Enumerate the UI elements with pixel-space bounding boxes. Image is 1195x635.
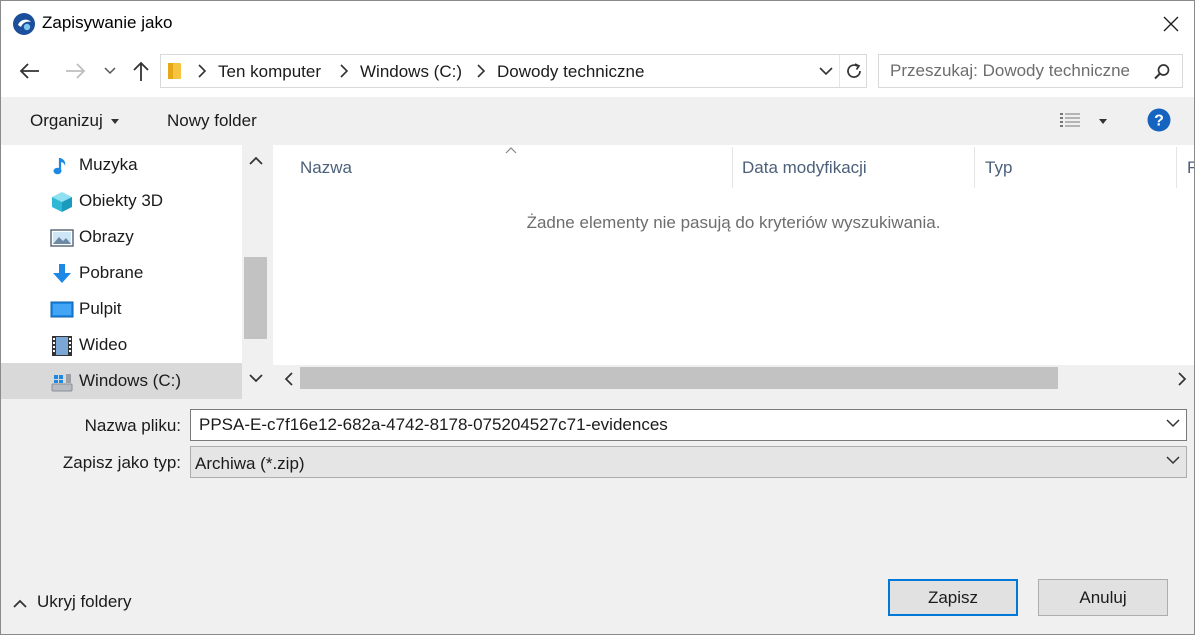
back-button[interactable] (15, 54, 45, 88)
sort-ascending-icon (505, 147, 517, 154)
nav-item-label: Obrazy (79, 227, 134, 246)
column-header-date-modified[interactable]: Data modyfikacji (742, 147, 867, 188)
chevron-right-icon (1177, 372, 1186, 386)
address-history-dropdown[interactable] (813, 55, 839, 87)
arrow-up-icon (133, 61, 149, 81)
organize-label: Organizuj (30, 111, 103, 130)
breadcrumb-windows-c[interactable]: Windows (C:) (360, 62, 462, 82)
column-header-name[interactable]: Nazwa (300, 147, 352, 188)
nav-item-label: Pobrane (79, 263, 144, 282)
filetype-label: Zapisz jako typ: (62, 453, 181, 472)
caret-down-icon (110, 118, 119, 124)
nav-item-label: Windows (C:) (79, 371, 182, 390)
new-folder-button[interactable]: Nowy folder (156, 105, 268, 137)
nav-pane-scrollbar[interactable] (242, 145, 270, 393)
change-view-button[interactable] (1053, 105, 1113, 137)
nav-item-windows-c[interactable]: Windows (C:) (1, 363, 242, 399)
column-header-type[interactable]: Typ (985, 147, 1012, 188)
downloads-icon (53, 264, 71, 283)
3d-objects-icon (52, 192, 72, 212)
filename-input[interactable] (191, 410, 1151, 440)
music-icon (53, 158, 66, 175)
chevron-up-icon (13, 599, 27, 608)
hide-folders-toggle[interactable]: Ukryj foldery (13, 587, 131, 617)
save-button[interactable]: Zapisz (888, 579, 1018, 616)
nav-item-3d-objects[interactable]: Obiekty 3D (1, 183, 242, 219)
cancel-button[interactable]: Anuluj (1038, 579, 1168, 616)
title-bar: Zapisywanie jako (1, 1, 1194, 46)
file-list: Nazwa Data modyfikacji Typ R Żadne eleme… (273, 145, 1194, 393)
filetype-selected-value: Archiwa (*.zip) (195, 454, 305, 473)
empty-list-message: Żadne elementy nie pasują do kryteriów w… (526, 213, 941, 232)
scroll-up-button[interactable] (242, 149, 270, 171)
details-view-icon (1060, 113, 1080, 127)
chevron-down-icon (819, 66, 833, 75)
nav-item-desktop[interactable]: Pulpit (1, 291, 242, 327)
breadcrumb-this-pc[interactable]: Ten komputer (218, 62, 321, 82)
chevron-right-icon (198, 64, 207, 78)
nav-item-downloads[interactable]: Pobrane (1, 255, 242, 291)
drive-icon (51, 374, 73, 392)
column-divider[interactable] (1176, 147, 1177, 188)
nav-item-label: Obiekty 3D (79, 191, 164, 210)
navigation-bar: Ten komputer Windows (C:) Dowody technic… (1, 46, 1194, 97)
up-button[interactable] (126, 54, 156, 88)
chevron-left-icon (284, 372, 293, 386)
chevron-down-icon (1166, 456, 1180, 465)
app-logo-icon (13, 13, 35, 35)
chevron-up-icon (249, 156, 263, 165)
close-button[interactable] (1148, 1, 1194, 46)
close-icon (1163, 16, 1179, 31)
scroll-right-button[interactable] (1171, 365, 1193, 393)
filename-label: Nazwa pliku: (84, 416, 181, 435)
arrow-right-icon (66, 63, 86, 79)
horizontal-scrollbar[interactable] (273, 365, 1194, 393)
organize-menu-button[interactable]: Organizuj (19, 105, 130, 137)
chevron-down-icon[interactable] (1166, 419, 1180, 428)
refresh-button[interactable] (839, 55, 867, 87)
search-icon[interactable] (1153, 63, 1171, 81)
new-folder-label: Nowy folder (167, 111, 257, 130)
svg-text:?: ? (1154, 113, 1164, 130)
filetype-select[interactable]: Archiwa (*.zip) (190, 446, 1187, 478)
nav-item-label: Pulpit (79, 299, 122, 318)
desktop-icon (50, 301, 74, 318)
address-bar[interactable]: Ten komputer Windows (C:) Dowody technic… (160, 54, 867, 88)
command-bar: Organizuj Nowy folder ? (1, 97, 1194, 145)
column-divider[interactable] (974, 147, 975, 188)
hide-folders-label: Ukryj foldery (37, 592, 132, 611)
chevron-right-icon[interactable] (339, 63, 349, 79)
save-as-dialog: Zapisywanie jako Ten komputer Windows (C… (0, 0, 1195, 635)
forward-button[interactable] (60, 54, 90, 88)
filename-combobox[interactable] (190, 409, 1187, 441)
scrollbar-thumb[interactable] (244, 257, 267, 339)
search-input[interactable] (879, 55, 1149, 87)
nav-item-label: Wideo (79, 335, 128, 354)
folder-icon (168, 63, 181, 79)
scroll-left-button[interactable] (277, 365, 299, 393)
arrow-left-icon (19, 63, 39, 79)
dialog-title: Zapisywanie jako (42, 13, 173, 32)
nav-item-label: Muzyka (79, 155, 138, 174)
nav-item-pictures[interactable]: Obrazy (1, 219, 242, 255)
column-header-size[interactable]: R (1187, 147, 1194, 188)
refresh-icon (846, 63, 861, 78)
breadcrumb-current-folder[interactable]: Dowody techniczne (497, 62, 644, 82)
help-icon[interactable]: ? (1147, 108, 1171, 132)
navigation-pane: Muzyka Obiekty 3D Obrazy Pobrane Pulpit … (1, 145, 270, 399)
nav-item-videos[interactable]: Wideo (1, 327, 242, 363)
search-box[interactable] (878, 54, 1183, 88)
column-divider[interactable] (732, 147, 733, 188)
scroll-down-button[interactable] (242, 367, 270, 389)
chevron-right-icon[interactable] (476, 63, 486, 79)
chevron-down-icon (104, 67, 116, 75)
scrollbar-thumb[interactable] (300, 367, 1058, 389)
caret-down-icon (1099, 118, 1107, 124)
videos-icon (52, 336, 72, 356)
pictures-icon (50, 229, 74, 247)
nav-item-music[interactable]: Muzyka (1, 147, 242, 183)
recent-locations-button[interactable] (96, 54, 124, 88)
chevron-down-icon (249, 373, 263, 382)
